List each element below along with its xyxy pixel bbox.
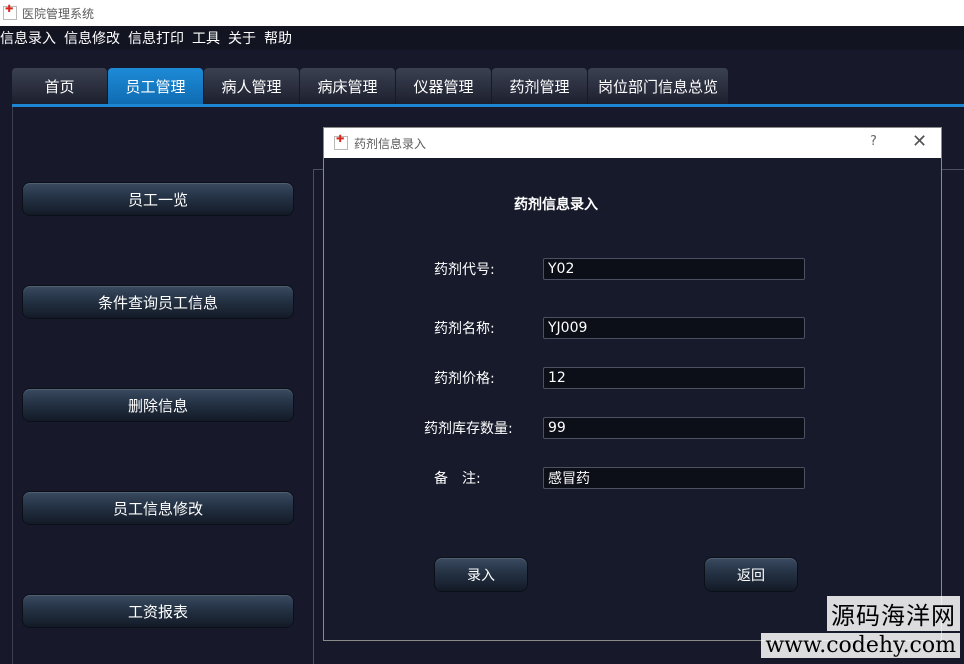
watermark: 源码海洋网 www.codehy.com bbox=[761, 596, 960, 658]
medicine-name-label: 药剂名称: bbox=[434, 321, 495, 337]
medicine-name-input[interactable] bbox=[543, 317, 805, 339]
submit-button[interactable]: 录入 bbox=[435, 558, 527, 591]
tab-staff-management[interactable]: 员工管理 bbox=[108, 68, 203, 104]
query-staff-button[interactable]: 条件查询员工信息 bbox=[23, 286, 293, 318]
medicine-price-label: 药剂价格: bbox=[434, 371, 495, 387]
watermark-brand: 源码海洋网 bbox=[827, 596, 960, 631]
salary-report-button[interactable]: 工资报表 bbox=[23, 595, 293, 627]
medicine-code-label: 药剂代号: bbox=[434, 262, 495, 278]
tab-underline bbox=[12, 104, 964, 107]
medicine-stock-label: 药剂库存数量: bbox=[424, 421, 513, 437]
medicine-stock-input[interactable] bbox=[543, 417, 805, 439]
delete-info-button[interactable]: 删除信息 bbox=[23, 389, 293, 421]
app-window: 医院管理系统 信息录入 信息修改 信息打印 工具 关于 帮助 首页 员工管理 病… bbox=[0, 0, 964, 664]
menu-help[interactable]: 帮助 bbox=[264, 28, 296, 48]
help-icon[interactable]: ? bbox=[870, 134, 877, 149]
watermark-url: www.codehy.com bbox=[761, 633, 960, 658]
hospital-cross-icon bbox=[3, 4, 17, 20]
hospital-cross-icon bbox=[334, 134, 348, 150]
remark-input[interactable] bbox=[543, 467, 805, 489]
dialog-title: 药剂信息录入 bbox=[354, 136, 427, 151]
window-titlebar: 医院管理系统 bbox=[0, 0, 964, 26]
tab-instrument-management[interactable]: 仪器管理 bbox=[396, 68, 491, 104]
tab-bed-management[interactable]: 病床管理 bbox=[300, 68, 395, 104]
tab-patient-management[interactable]: 病人管理 bbox=[204, 68, 299, 104]
content-border bbox=[12, 107, 13, 664]
menu-info-entry[interactable]: 信息录入 bbox=[0, 28, 60, 48]
menu-tools[interactable]: 工具 bbox=[192, 28, 224, 48]
medicine-entry-dialog: 药剂信息录入 ? ✕ 药剂信息录入 药剂代号: 药剂名称: 药剂价格: 药剂库存… bbox=[323, 127, 942, 641]
menu-about[interactable]: 关于 bbox=[228, 28, 260, 48]
close-icon[interactable]: ✕ bbox=[912, 131, 927, 152]
back-button[interactable]: 返回 bbox=[705, 558, 797, 591]
tab-department-overview[interactable]: 岗位部门信息总览 bbox=[588, 68, 728, 104]
tab-home[interactable]: 首页 bbox=[12, 68, 107, 104]
remark-label: 备 注: bbox=[434, 471, 481, 487]
dialog-heading: 药剂信息录入 bbox=[514, 197, 598, 213]
menu-info-print[interactable]: 信息打印 bbox=[128, 28, 188, 48]
menu-info-modify[interactable]: 信息修改 bbox=[64, 28, 124, 48]
medicine-code-input[interactable] bbox=[543, 258, 805, 280]
tab-medicine-management[interactable]: 药剂管理 bbox=[492, 68, 587, 104]
modify-staff-button[interactable]: 员工信息修改 bbox=[23, 492, 293, 524]
window-title: 医院管理系统 bbox=[22, 6, 95, 21]
main-tabs: 首页 员工管理 病人管理 病床管理 仪器管理 药剂管理 岗位部门信息总览 bbox=[12, 68, 729, 104]
menubar: 信息录入 信息修改 信息打印 工具 关于 帮助 bbox=[0, 26, 964, 50]
dialog-titlebar: 药剂信息录入 ? ✕ bbox=[324, 128, 941, 158]
medicine-price-input[interactable] bbox=[543, 367, 805, 389]
staff-list-button[interactable]: 员工一览 bbox=[23, 183, 293, 215]
